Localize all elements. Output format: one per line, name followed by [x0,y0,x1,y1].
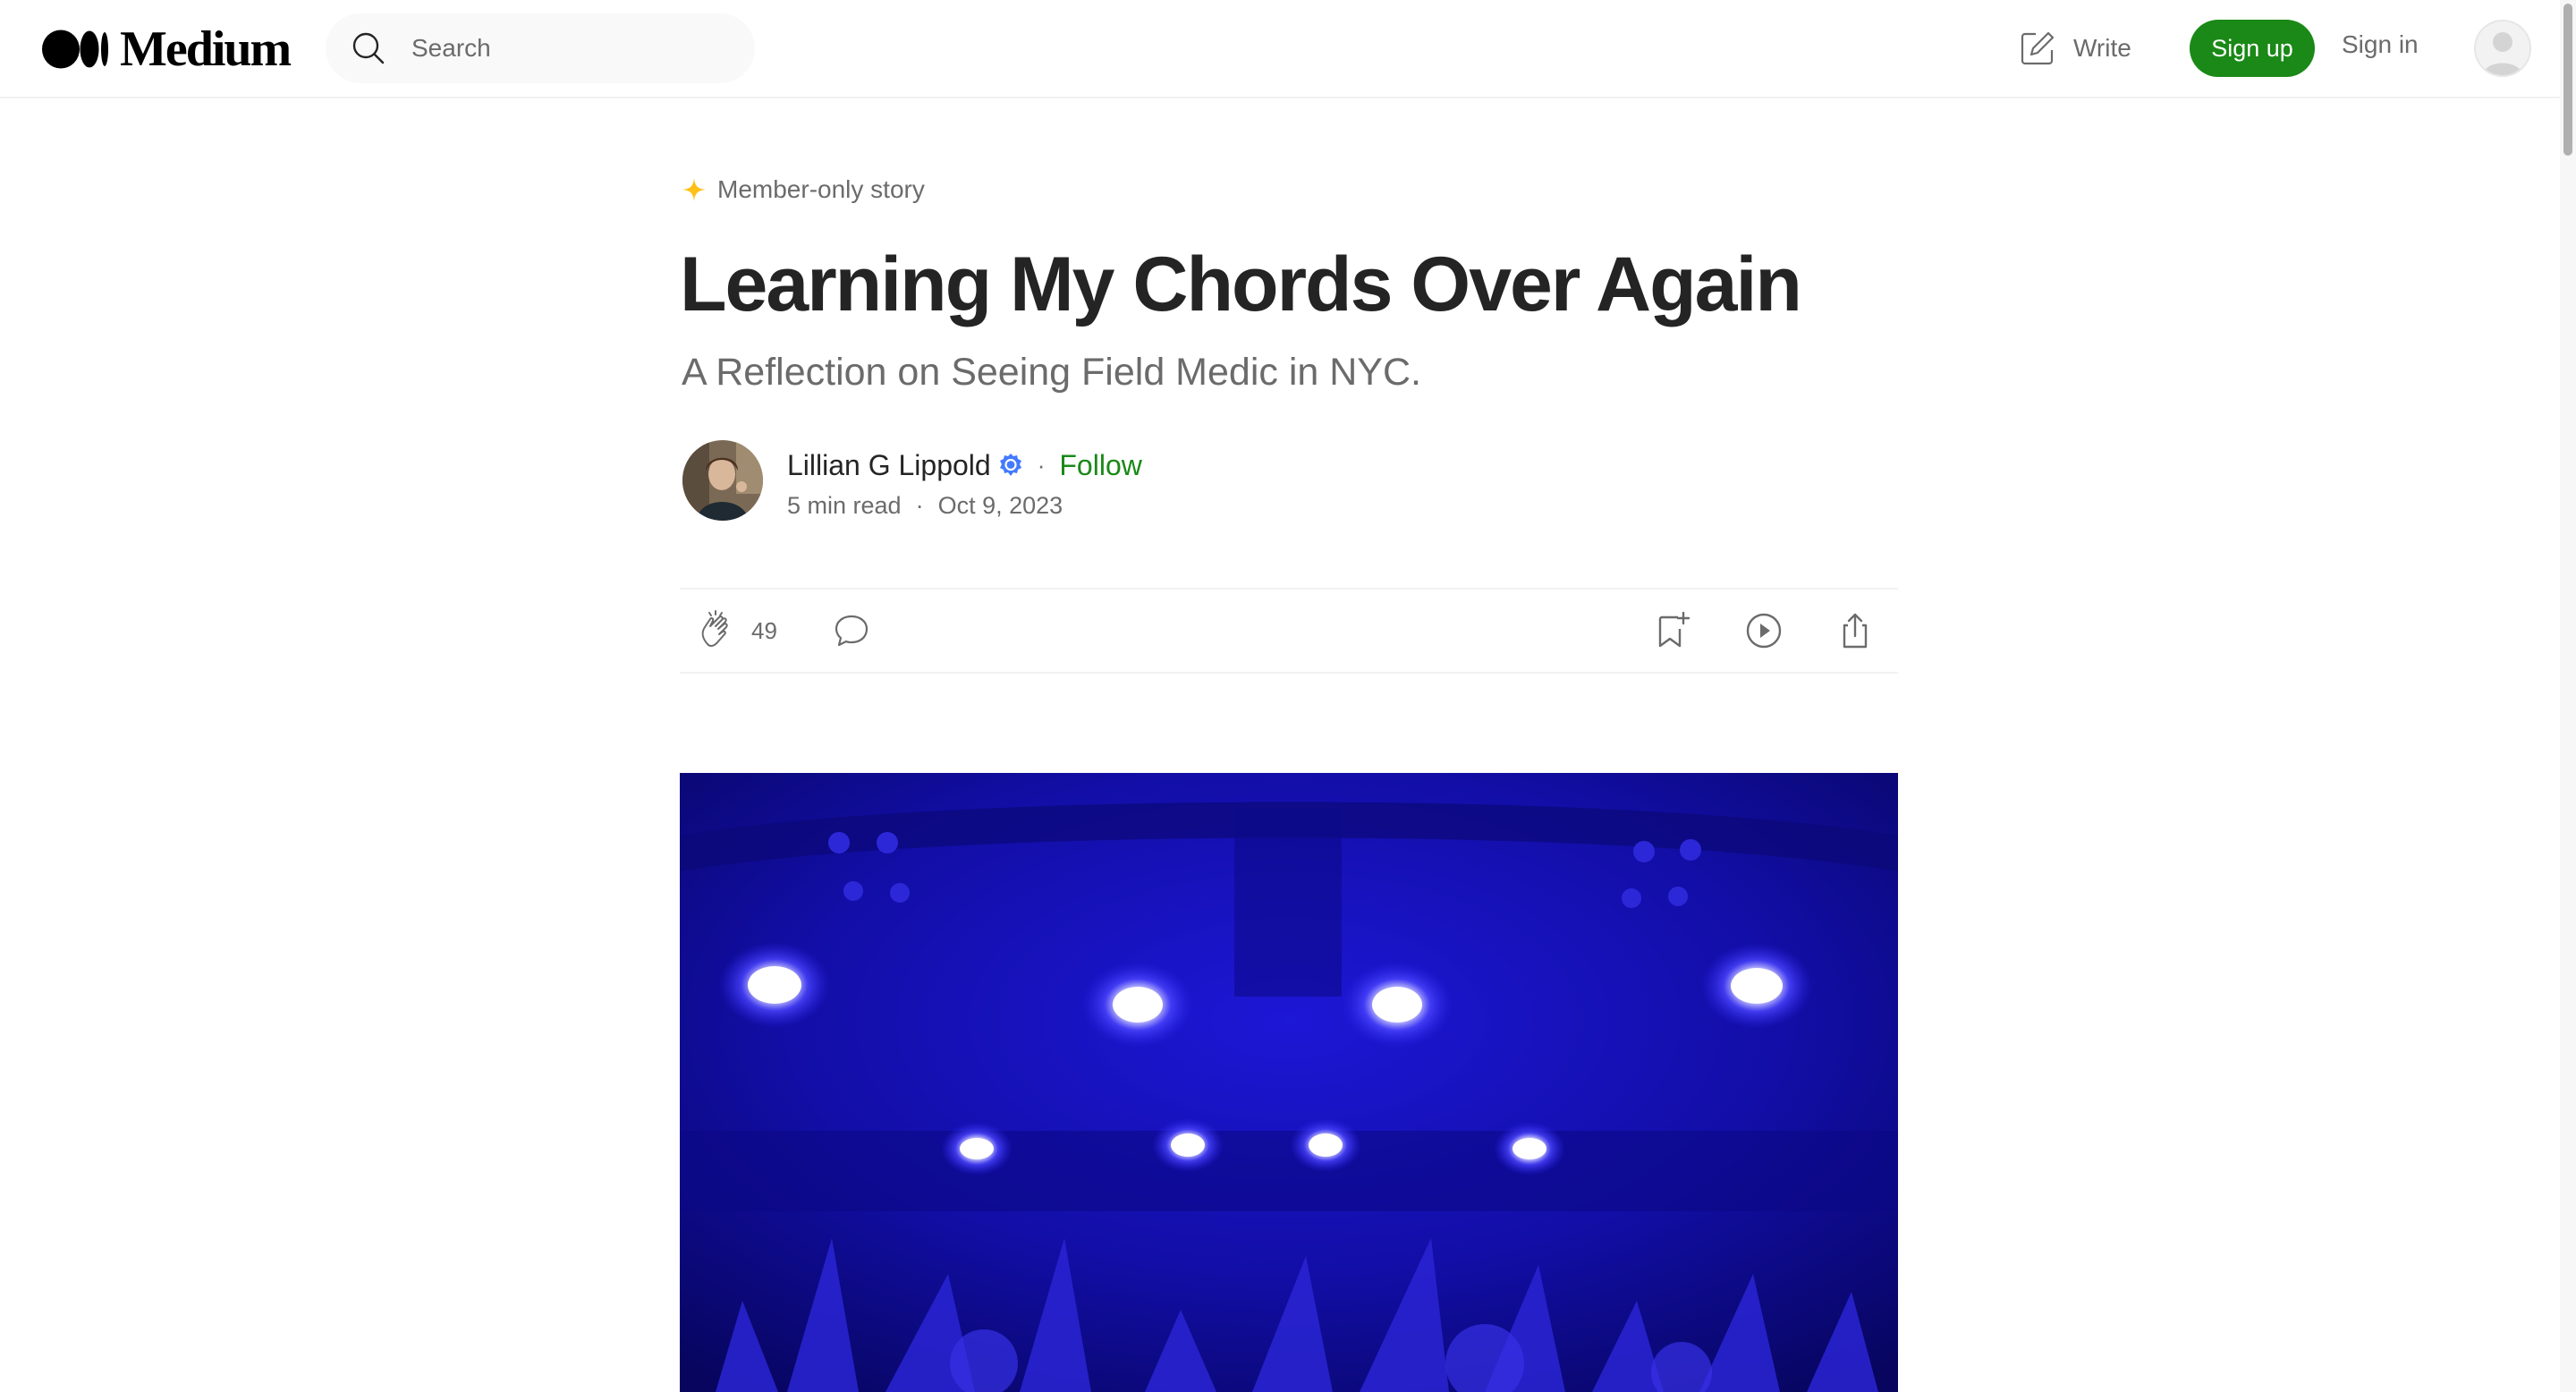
author-line: Lillian G Lippold · Follow [787,447,1142,483]
clap-button[interactable]: 49 [696,609,777,652]
follow-button[interactable]: Follow [1059,447,1141,483]
play-icon [1746,613,1782,649]
write-icon [2021,31,2055,65]
article-title: Learning My Chords Over Again [680,242,1802,327]
write-label: Write [2073,34,2131,62]
user-avatar-button[interactable] [2474,20,2531,77]
medium-logo-icon [42,30,108,69]
article-subtitle: A Reflection on Seeing Field Medic in NY… [682,351,1421,394]
author-avatar[interactable] [682,440,763,521]
bookmark-add-icon [1658,611,1690,648]
bookmark-button[interactable] [1651,609,1694,652]
comment-button[interactable] [830,609,873,652]
verified-badge-icon [999,454,1021,476]
sign-up-button[interactable]: Sign up [2190,20,2315,77]
write-button[interactable]: Write [2018,25,2131,72]
separator-dot: · [915,492,924,519]
scrollbar-thumb[interactable] [2563,4,2572,156]
search-input[interactable] [410,33,735,64]
separator-dot: · [1037,452,1046,479]
sign-in-link[interactable]: Sign in [2342,30,2419,59]
read-time: 5 min read [787,492,902,519]
concert-stage-lights-image [680,773,1898,1392]
share-button[interactable] [1834,609,1877,652]
brand-wordmark: Medium [120,21,292,77]
search-icon [352,32,385,64]
clap-count: 49 [751,616,777,644]
star-icon [682,178,706,201]
member-only-text: Member-only story [717,175,925,203]
comment-icon [835,615,869,647]
member-only-label: Member-only story [682,175,925,204]
clap-icon [701,610,728,647]
article-hero-image [680,773,1898,1392]
author-name-link[interactable]: Lillian G Lippold [787,447,991,483]
page-scrollbar[interactable] [2560,0,2576,1392]
author-photo [682,440,763,521]
article-meta: 5 min read · Oct 9, 2023 [787,492,1063,520]
top-nav-bar: Medium Write Sign up Sign in [0,0,2560,98]
default-avatar-icon [2476,21,2529,75]
article-action-bar: 49 [680,588,1898,674]
search-bar[interactable] [326,13,755,83]
publish-date: Oct 9, 2023 [937,492,1063,519]
share-icon [1843,613,1868,649]
medium-logo[interactable]: Medium [41,21,292,77]
listen-button[interactable] [1742,609,1785,652]
